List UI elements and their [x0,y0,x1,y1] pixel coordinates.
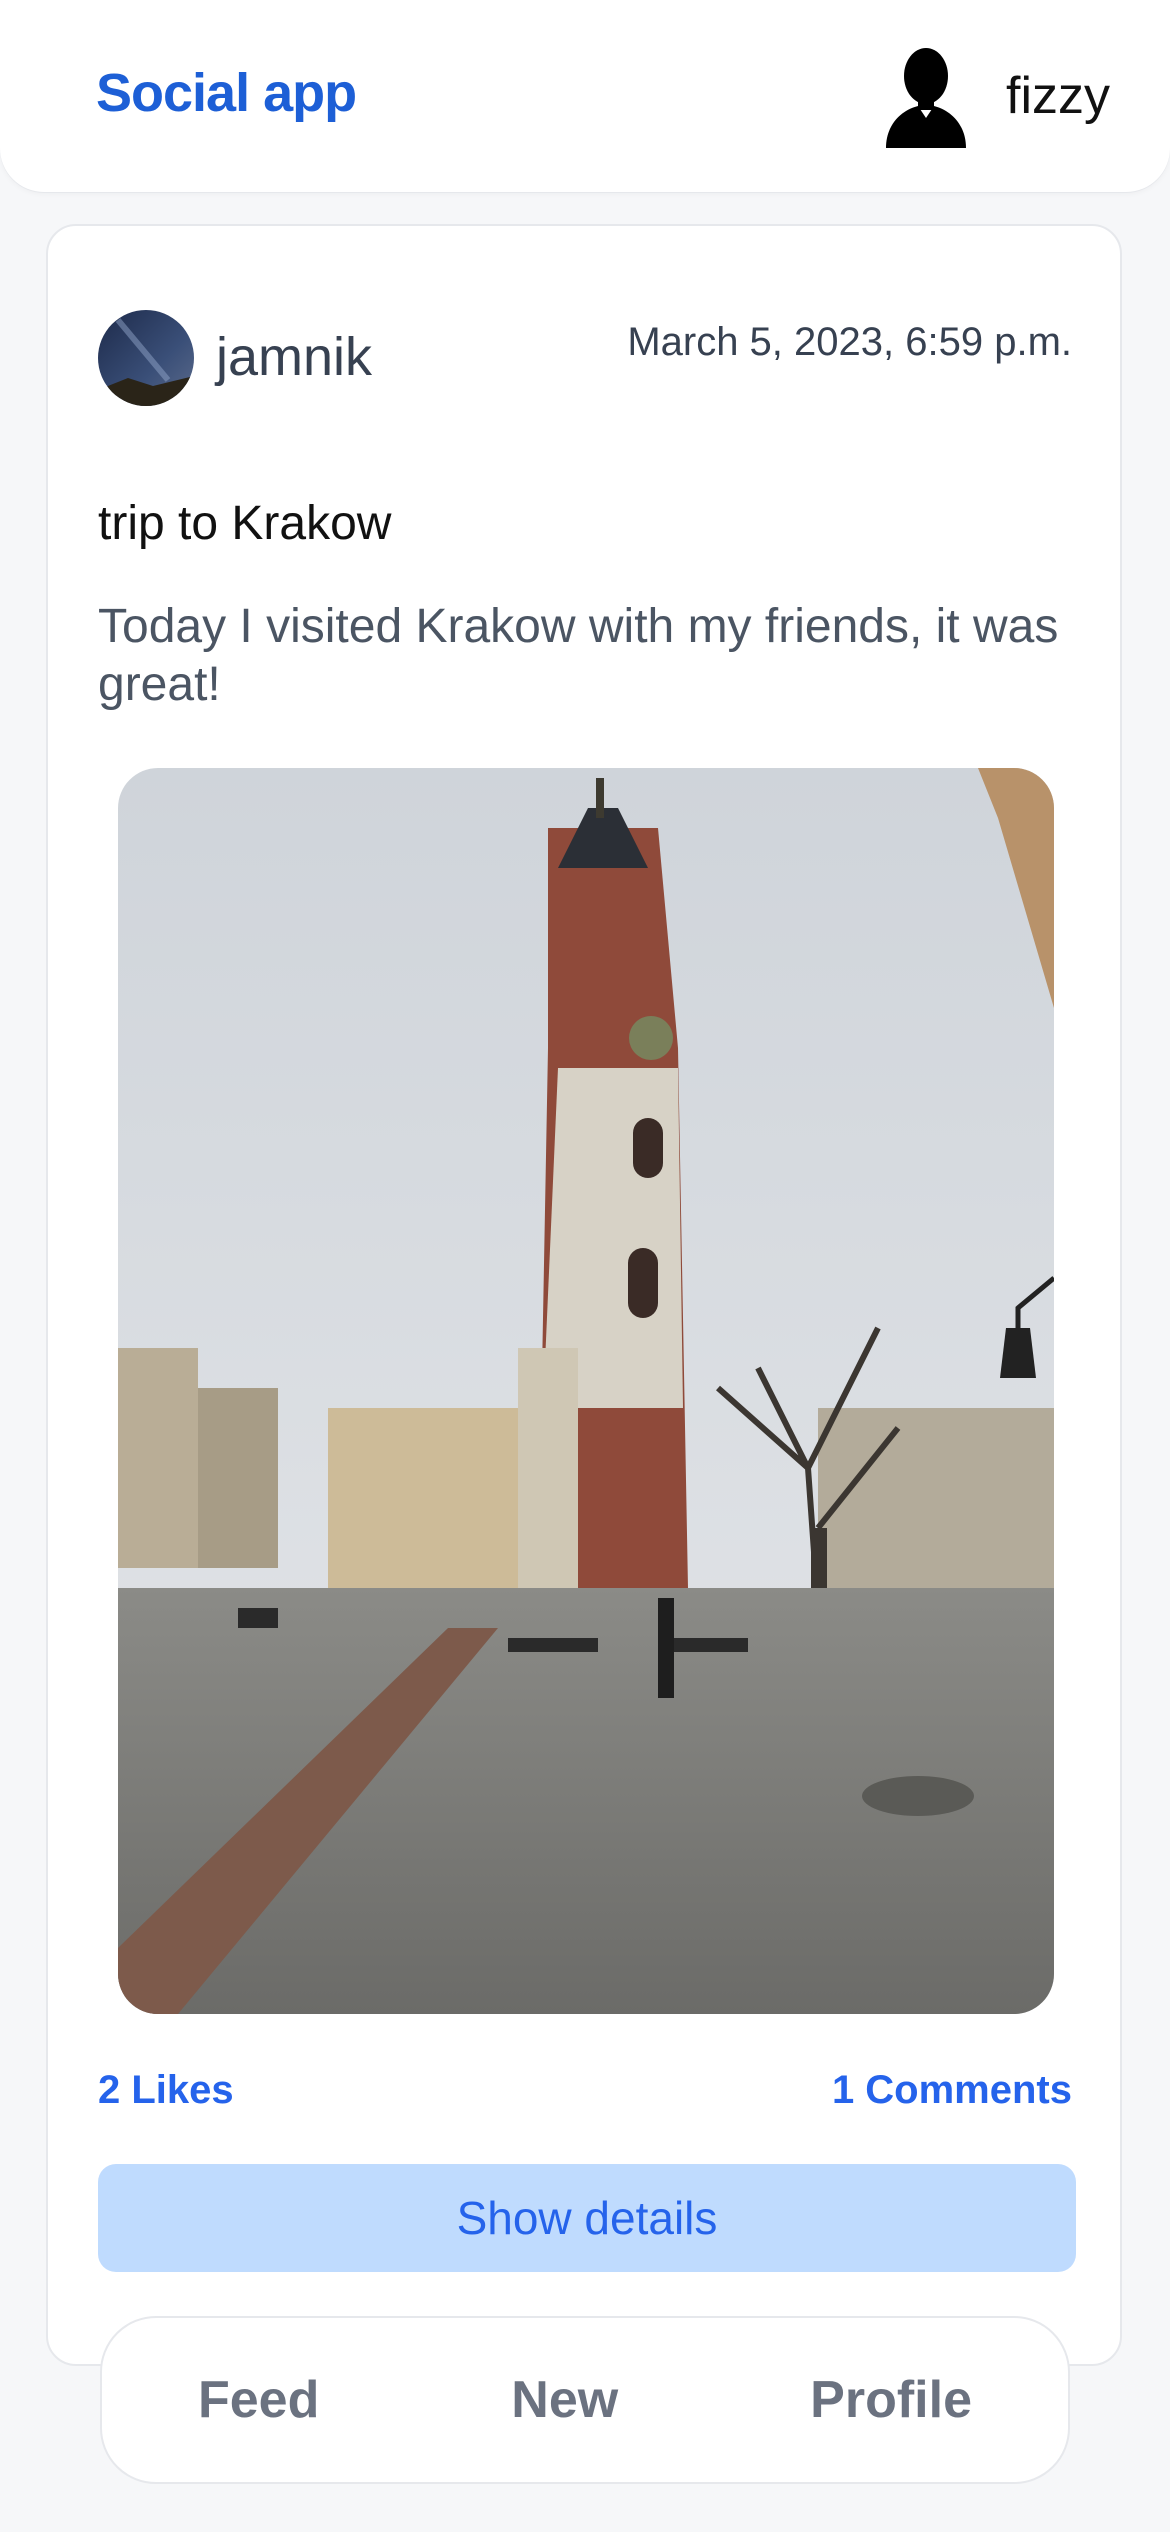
post-title: trip to Krakow [98,497,392,550]
app-header: Social app fizzy [0,0,1170,192]
author-avatar[interactable] [98,310,194,406]
post-card: jamnik March 5, 2023, 6:59 p.m. trip to … [46,224,1122,2366]
current-username: fizzy [1006,67,1110,125]
nav-profile[interactable]: Profile [790,2360,992,2440]
nav-feed[interactable]: Feed [178,2360,339,2440]
comments-count[interactable]: 1 Comments [832,2068,1072,2113]
likes-count[interactable]: 2 Likes [98,2068,234,2113]
post-photo[interactable] [118,768,1054,2014]
post-date: March 5, 2023, 6:59 p.m. [627,320,1072,364]
current-user[interactable]: fizzy [876,44,1110,148]
show-details-button[interactable]: Show details [98,2164,1076,2272]
person-silhouette-icon [886,48,966,148]
app-brand[interactable]: Social app [96,62,357,124]
bottom-nav: Feed New Profile [100,2316,1070,2484]
author-name[interactable]: jamnik [216,326,372,388]
post-body: Today I visited Krakow with my friends, … [98,600,1059,711]
nav-new[interactable]: New [491,2360,638,2440]
